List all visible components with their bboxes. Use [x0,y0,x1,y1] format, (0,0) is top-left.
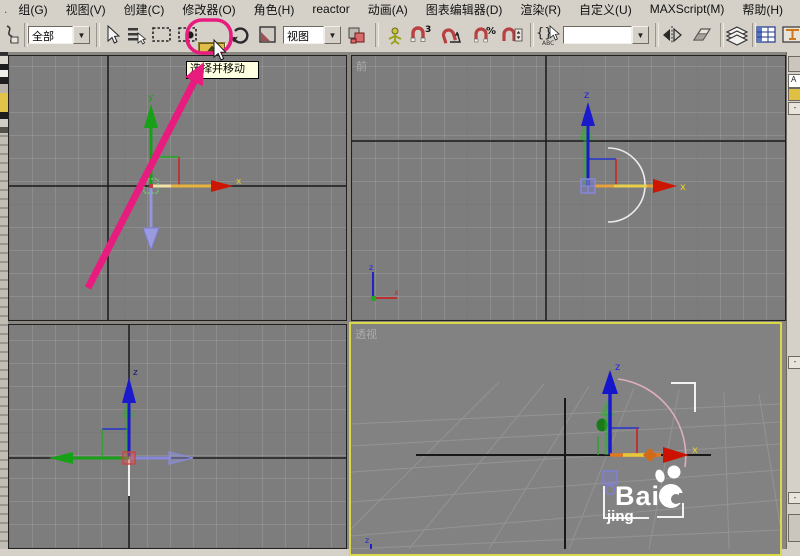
manipulate-icon [388,27,402,45]
svg-text:z: z [365,536,369,545]
svg-text:y: y [148,93,154,103]
snap-toggle-3d-button[interactable]: 3 [408,22,432,48]
menu-lead-dot: . [4,2,8,16]
chevron-down-icon[interactable]: ▼ [73,26,90,44]
left-view-gizmo: z [9,325,346,548]
table-grid-icon [756,26,776,43]
align-button[interactable] [690,22,714,48]
select-object-button[interactable] [100,22,124,48]
viewport-perspective[interactable]: 透视 z x z Bai jing [349,322,782,556]
angle-snap-button[interactable] [440,22,464,48]
toolbar-separator [655,23,659,47]
menu-character[interactable]: 角色(H) [245,1,304,18]
svg-text:3: 3 [425,25,431,35]
menu-animation[interactable]: 动画(A) [359,1,417,18]
object-color-swatch[interactable] [788,88,800,101]
percent-snap-icon: % [474,26,496,43]
main-toolbar: 全部 ▼ 视图 ▼ 3 % {} ABC ▼ [0,18,800,69]
object-name-field[interactable]: A [788,74,800,88]
window-crossing-toggle-button[interactable] [176,22,200,48]
select-by-name-icon [128,28,146,45]
rollout-collapse-button[interactable]: - [788,356,800,369]
menu-graph-editors[interactable]: 图表编辑器(D) [417,1,512,18]
menu-customize[interactable]: 自定义(U) [570,1,641,18]
menu-reactor[interactable]: reactor [303,2,358,16]
top-left-gizmo: y x [9,56,346,320]
svg-text:x: x [236,177,242,187]
keyboard-override-icon: {} ABC [536,25,560,47]
select-and-rotate-button[interactable] [228,22,252,48]
viewport-top-right[interactable]: 前 z x z x [351,55,786,321]
menu-maxscript[interactable]: MAXScript(M) [641,2,734,16]
layers-icon [725,26,748,46]
chevron-down-icon[interactable]: ▼ [632,26,649,44]
svg-text:z: z [369,263,373,272]
pivot-center-icon [348,27,365,44]
select-and-manipulate-button[interactable] [383,22,407,48]
svg-text:z: z [584,90,589,101]
menu-create[interactable]: 创建(C) [115,1,174,18]
viewport-area: y x 前 z x z x z 透视 z x z Bai jing [8,52,786,556]
menu-views[interactable]: 视图(V) [57,1,115,18]
viewport-top-left[interactable]: y x [8,55,347,321]
perspective-gizmo: z x z [351,362,780,549]
front-gizmo: z x z x [352,56,785,320]
schematic-view-button[interactable] [780,22,800,48]
left-cropped-panel-strip [0,52,8,549]
svg-text:x: x [692,445,698,456]
selection-filter-value: 全部 [28,26,73,44]
menu-modifiers[interactable]: 修改器(O) [173,1,244,18]
rollout-collapse-button[interactable]: - [788,102,800,115]
menu-group[interactable]: 组(G) [9,1,56,18]
keyboard-shortcut-override-button[interactable]: {} ABC [534,22,562,48]
select-by-name-button[interactable] [124,22,148,48]
coord-system-value: 视图 [283,26,324,44]
svg-text:%: % [486,26,496,37]
named-selection-sets-dropdown[interactable]: ▼ [563,26,649,44]
align-icon [692,28,712,41]
bind-to-space-warp-button[interactable] [0,22,24,48]
viewport-bottom-left[interactable]: z [8,324,347,549]
scale-icon [259,26,276,43]
angle-snap-icon [441,28,461,44]
tooltip-select-and-move: 选择并移动 [186,61,259,79]
svg-text:ABC: ABC [542,40,554,47]
menu-rendering[interactable]: 渲染(R) [511,1,570,18]
svg-text:z: z [615,362,620,373]
toolbar-separator [375,23,379,47]
svg-text:x: x [680,182,686,193]
mirror-icon [663,26,682,44]
baidu-watermark-text2: jing [607,508,634,525]
magnet-3-icon: 3 [410,25,431,42]
percent-snap-button[interactable]: % [472,22,496,48]
mirror-button[interactable] [660,22,684,48]
window-crossing-icon [178,27,197,42]
use-pivot-center-button[interactable] [345,22,369,48]
svg-text:x: x [394,288,399,297]
spinner-snap-button[interactable] [500,22,524,48]
chevron-down-icon[interactable]: ▼ [324,26,341,44]
curve-editor-button[interactable] [754,22,778,48]
svg-text:z: z [133,368,138,378]
menu-help[interactable]: 帮助(H) [733,1,792,18]
menu-bar: . 组(G) 视图(V) 创建(C) 修改器(O) 角色(H) reactor … [0,0,800,18]
space-warp-icon [6,25,19,44]
rectangular-selection-region-button[interactable] [150,22,174,48]
rotate-icon [231,27,249,44]
panel-widget-stub [788,514,800,542]
spinner-snap-icon [502,27,523,42]
named-selection-sets-value [563,26,632,44]
schematic-view-icon [782,26,800,43]
layer-manager-button[interactable] [724,22,748,48]
create-tab-icon[interactable] [788,56,800,72]
selection-filter-dropdown[interactable]: 全部 ▼ [28,26,90,44]
command-panel-cropped: A - - - [786,52,800,549]
rollout-collapse-button[interactable]: - [788,492,800,504]
select-arrow-icon [107,25,120,44]
reference-coordinate-dropdown[interactable]: 视图 ▼ [283,26,341,44]
select-and-scale-button[interactable] [256,22,280,48]
selection-region-icon [152,27,171,42]
